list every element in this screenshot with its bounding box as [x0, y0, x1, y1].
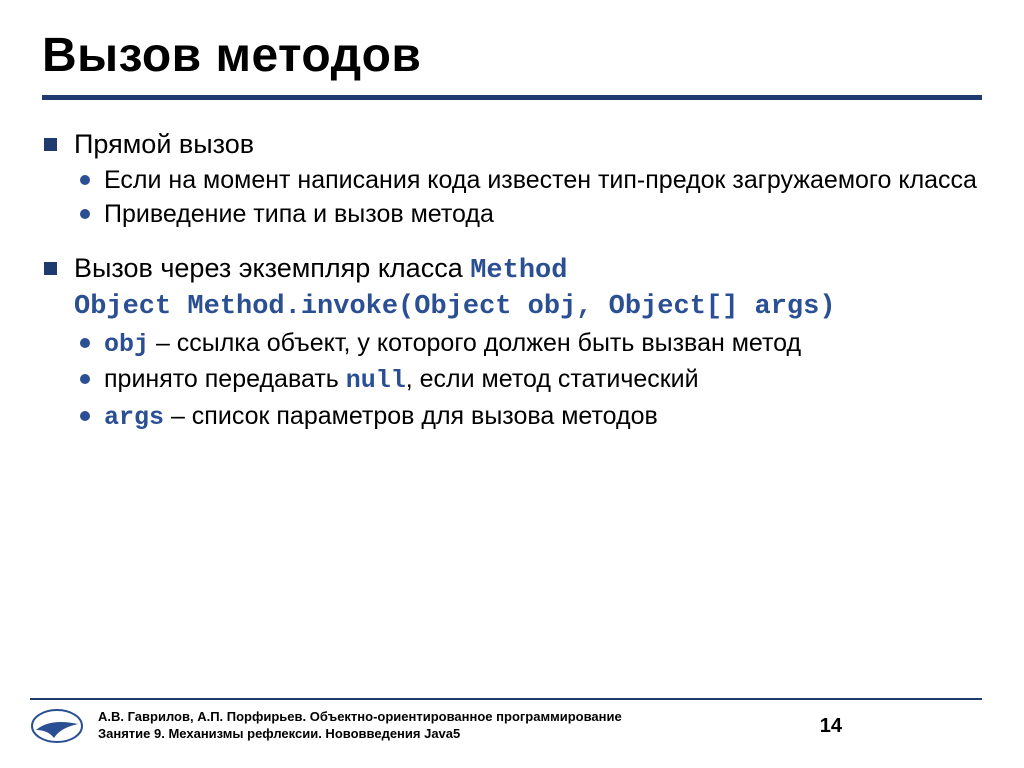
bullet-text: Прямой вызов — [74, 129, 254, 159]
footer-line-1: А.В. Гаврилов, А.П. Порфирьев. Объектно-… — [98, 709, 820, 726]
code-line: Object Method.invoke(Object obj, Object[… — [74, 292, 836, 322]
sub-bullet-text: – список параметров для вызова методов — [164, 402, 658, 430]
footer-line-2: Занятие 9. Механизмы рефлексии. Нововвед… — [98, 726, 820, 743]
content-area: Прямой вызов Если на момент написания ко… — [42, 128, 982, 433]
sub-bullet: Приведение типа и вызов метода — [74, 199, 982, 230]
title-rule — [42, 95, 982, 100]
bullet-direct-call: Прямой вызов Если на момент написания ко… — [42, 128, 982, 230]
code-token: obj — [104, 330, 149, 359]
footer-text: А.В. Гаврилов, А.П. Порфирьев. Объектно-… — [98, 709, 820, 743]
sub-bullet: принято передавать null, если метод стат… — [74, 364, 982, 397]
sub-bullet-text: – ссылка объект, у которого должен быть … — [149, 329, 801, 357]
page-number: 14 — [820, 715, 842, 738]
sub-bullet-text: принято передавать — [104, 365, 346, 393]
code-token: null — [346, 366, 406, 395]
footer: А.В. Гаврилов, А.П. Порфирьев. Объектно-… — [0, 698, 1024, 744]
code-token: Method — [470, 256, 567, 286]
slide: Вызов методов Прямой вызов Если на момен… — [0, 0, 1024, 768]
sub-bullet: Если на момент написания кода известен т… — [74, 165, 982, 196]
logo-icon — [30, 708, 84, 744]
slide-title: Вызов методов — [42, 28, 982, 83]
sub-bullet-text: , если метод статический — [406, 365, 699, 393]
bullet-text: Вызов через экземпляр класса — [74, 253, 470, 283]
code-token: args — [104, 403, 164, 432]
sub-bullet: args – список параметров для вызова мето… — [74, 401, 982, 434]
bullet-method-invoke: Вызов через экземпляр класса Method Obje… — [42, 252, 982, 433]
footer-rule — [30, 698, 982, 700]
sub-bullet: obj – ссылка объект, у которого должен б… — [74, 328, 982, 361]
